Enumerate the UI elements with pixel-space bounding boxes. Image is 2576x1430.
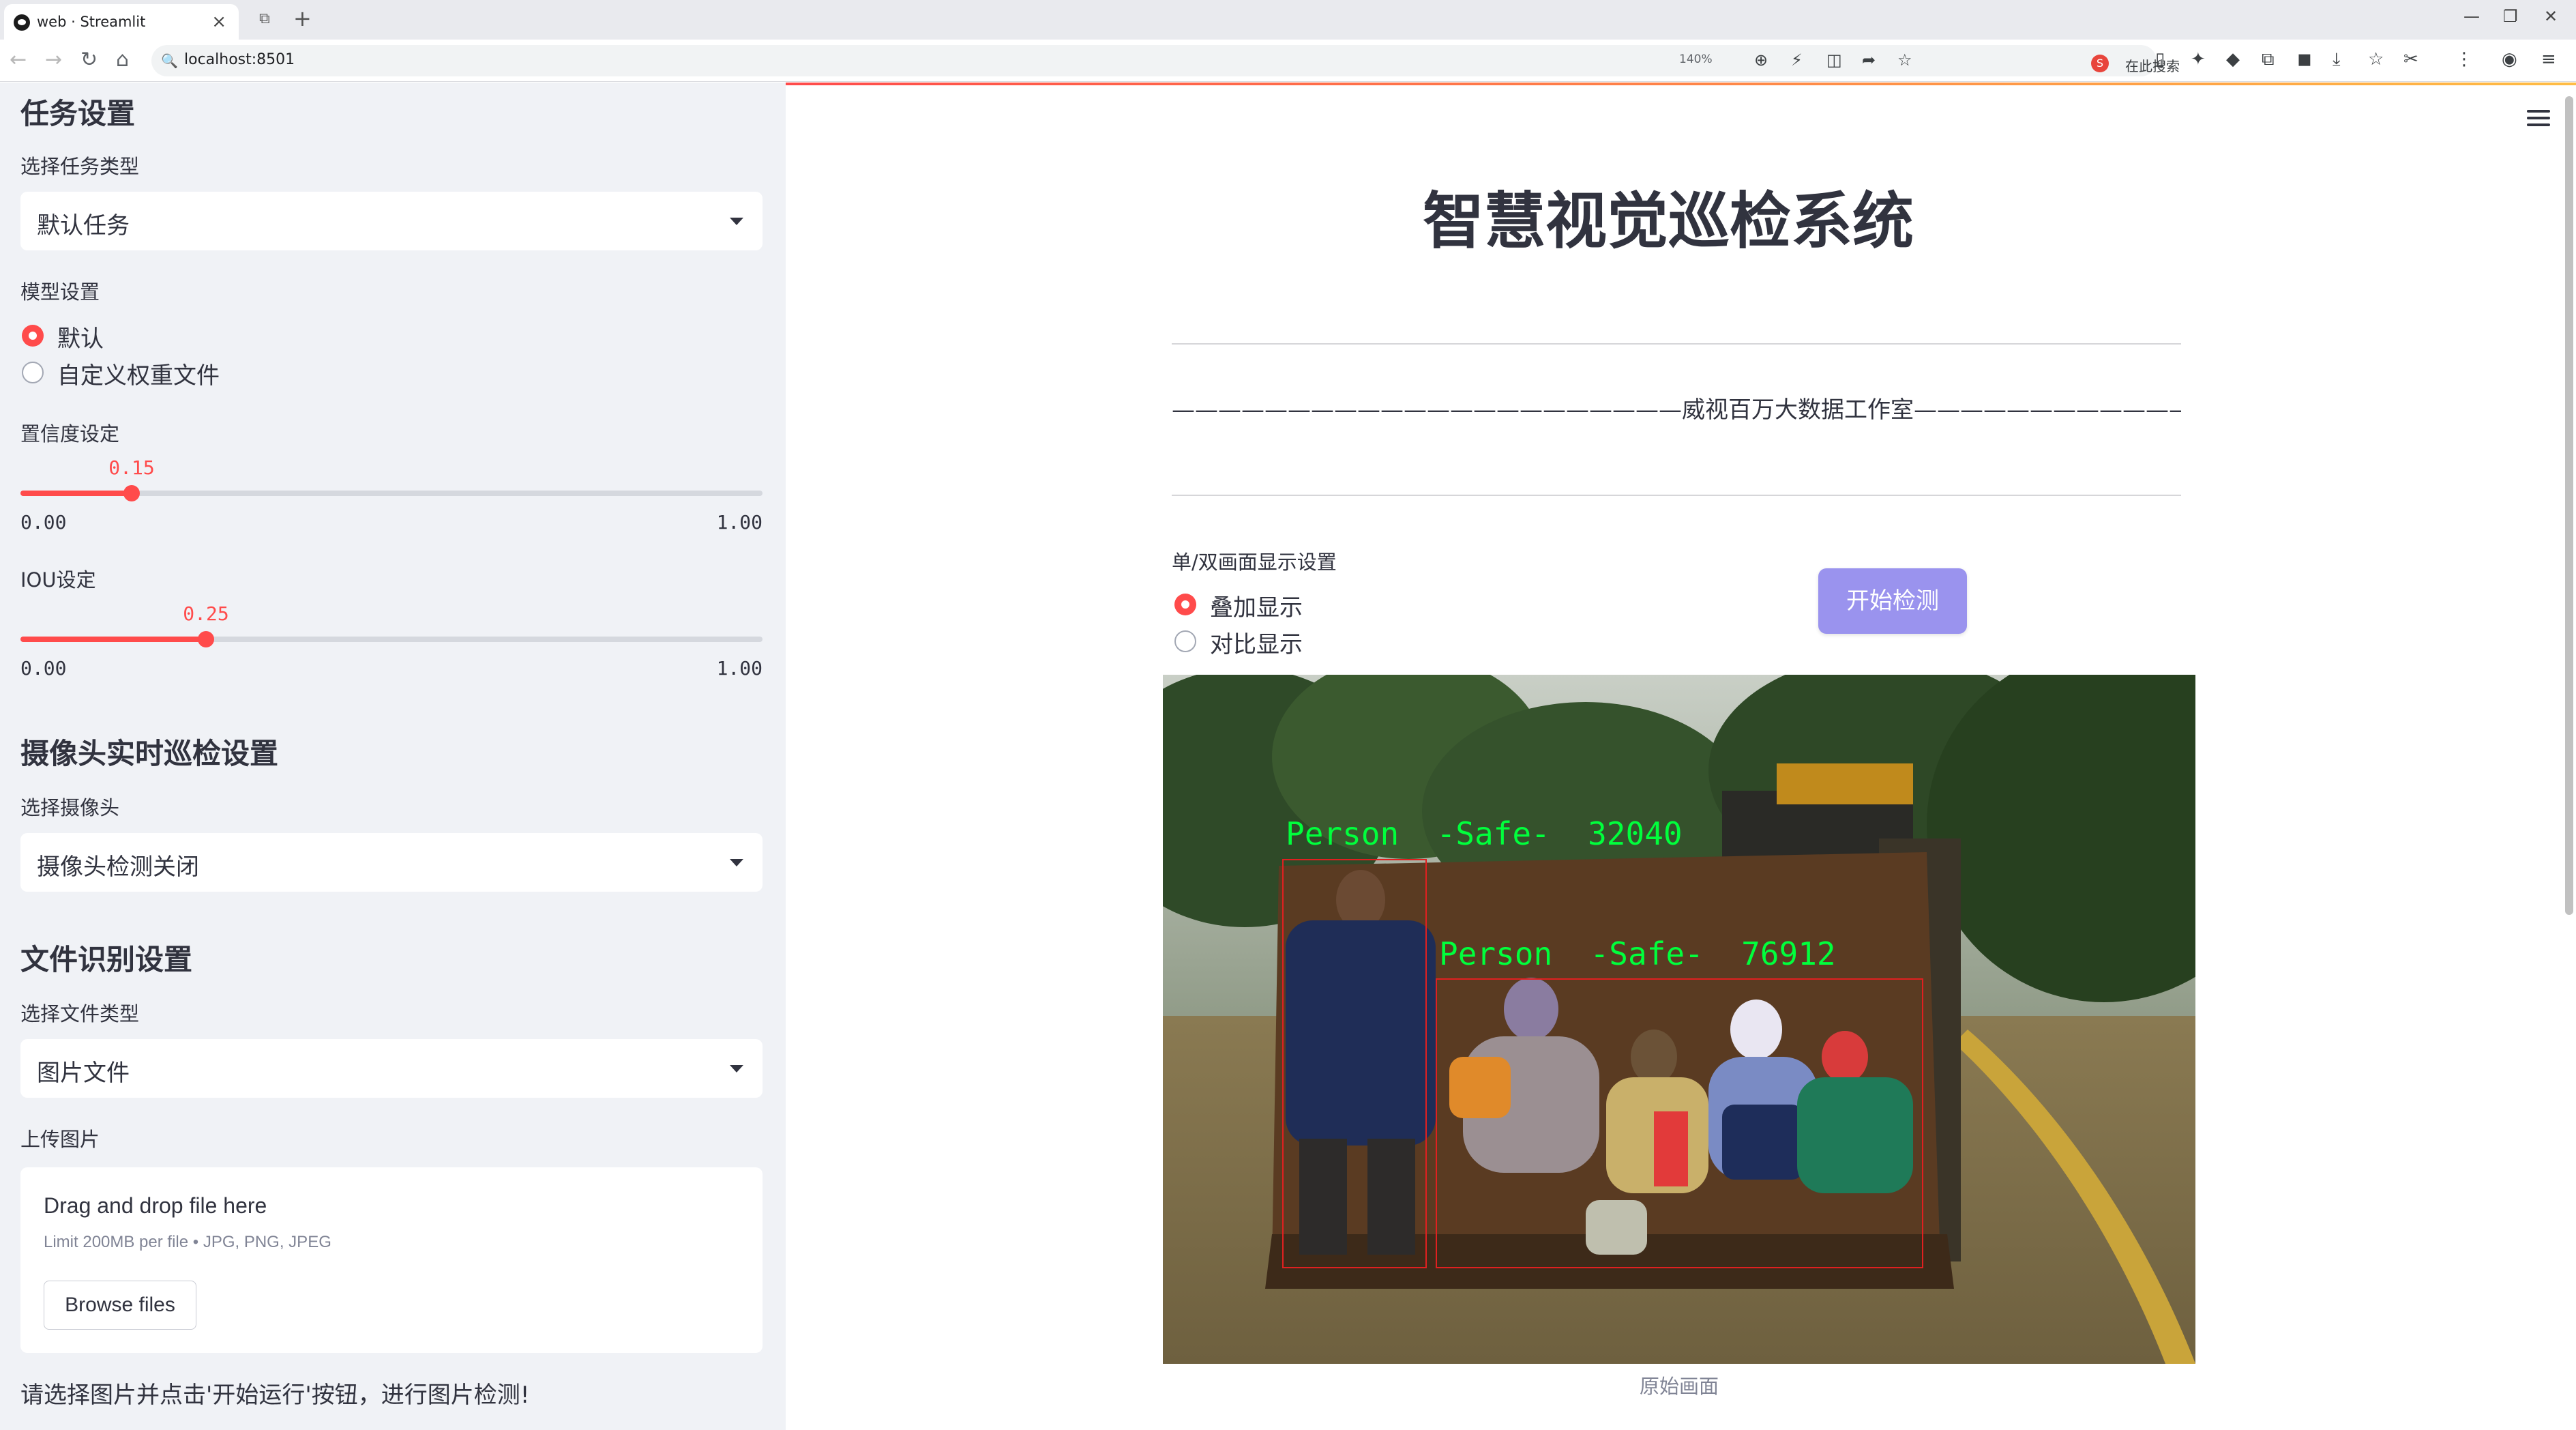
divider xyxy=(1172,343,2181,345)
detection-label: Person -Safe- 76912 xyxy=(1439,935,1836,972)
close-window-icon[interactable]: ✕ xyxy=(2544,7,2558,26)
radio-label: 叠加显示 xyxy=(1210,594,1303,622)
slider-value: 0.15 xyxy=(108,456,155,479)
chevron-down-icon xyxy=(730,1065,743,1072)
chevron-down-icon xyxy=(730,859,743,866)
file-uploader-dropzone[interactable]: Drag and drop file here Limit 200MB per … xyxy=(20,1167,763,1353)
start-detection-button[interactable]: 开始检测 xyxy=(1818,568,1967,634)
favorite-star-icon[interactable]: ☆ xyxy=(1897,50,1912,70)
streamlit-favicon-icon xyxy=(14,14,30,31)
extension-dark-icon[interactable]: ◼ xyxy=(2297,49,2312,70)
iou-label: IOU设定 xyxy=(20,568,96,592)
new-tab-icon[interactable]: + xyxy=(293,5,312,31)
page-title: 智慧视觉巡检系统 xyxy=(1423,186,1914,257)
upload-title: Drag and drop file here xyxy=(44,1193,267,1218)
search-engine-logo-icon: S xyxy=(2091,55,2109,72)
file-settings-header: 文件识别设置 xyxy=(20,943,193,976)
upload-limit: Limit 200MB per file • JPG, PNG, JPEG xyxy=(44,1233,331,1251)
browser-toolbar: ← → ↻ ⌂ 🔍 localhost:8501 140% ⊕ ⚡ ◫ ➦ ☆ … xyxy=(0,40,2576,82)
divider xyxy=(1172,495,2181,496)
browser-menu-icon[interactable]: ≡ xyxy=(2541,49,2556,70)
share-icon[interactable]: ➦ xyxy=(1862,50,1876,70)
chevron-down-icon xyxy=(730,218,743,225)
radio-label: 默认 xyxy=(57,325,104,353)
screenshot-icon[interactable]: ◫ xyxy=(1826,50,1842,70)
slider-thumb[interactable] xyxy=(198,631,214,647)
slider-min: 0.00 xyxy=(20,511,67,534)
task-type-value: 默认任务 xyxy=(37,212,130,239)
radio-label: 对比显示 xyxy=(1210,631,1303,658)
minimize-window-icon[interactable]: — xyxy=(2463,7,2480,26)
confidence-slider[interactable]: 0.15 0.00 1.00 xyxy=(20,456,763,534)
task-type-select[interactable]: 默认任务 xyxy=(20,192,763,250)
main-content: 智慧视觉巡检系统 ——————————————————————威视百万大数据工作… xyxy=(786,83,2576,1430)
search-placeholder[interactable]: 在此搜索 xyxy=(2125,55,2180,75)
camera-label: 选择摄像头 xyxy=(20,796,120,819)
detection-label: Person -Safe- 32040 xyxy=(1286,815,1683,852)
slider-value: 0.25 xyxy=(183,602,229,625)
download-icon[interactable]: ⤓ xyxy=(2333,49,2341,70)
scrollbar[interactable] xyxy=(2565,96,2573,915)
extension-translate-icon[interactable]: ⧉ xyxy=(2262,49,2275,70)
forward-icon[interactable]: → xyxy=(45,48,62,72)
radio-label: 自定义权重文件 xyxy=(57,362,220,390)
restore-window-icon[interactable]: ❐ xyxy=(2503,7,2518,26)
slider-thumb[interactable] xyxy=(123,485,140,501)
back-icon[interactable]: ← xyxy=(10,48,27,72)
camera-settings-header: 摄像头实时巡检设置 xyxy=(20,737,279,770)
tab-group-icon[interactable]: ⧉ xyxy=(259,10,270,27)
zoom-level[interactable]: 140% xyxy=(1679,53,1713,66)
radio-selected-icon[interactable] xyxy=(22,325,44,347)
upload-label: 上传图片 xyxy=(20,1128,100,1151)
lightning-icon[interactable]: ⚡ xyxy=(1791,50,1803,70)
studio-banner: ——————————————————————威视百万大数据工作室————————… xyxy=(1172,396,2181,424)
url-text[interactable]: localhost:8501 xyxy=(184,51,295,68)
detection-image: Person -Safe- 32040 Person -Safe- 76912 xyxy=(1163,675,2195,1364)
scissors-icon[interactable]: ✂ xyxy=(2403,49,2418,70)
file-type-label: 选择文件类型 xyxy=(20,1002,140,1025)
extension-ai-icon[interactable]: ✦ xyxy=(2191,49,2206,70)
detection-box xyxy=(1436,978,1923,1268)
instruction-text: 请选择图片并点击'开始运行'按钮，进行图片检测! xyxy=(20,1382,530,1409)
radio-selected-icon[interactable] xyxy=(1174,594,1196,615)
hamburger-menu-icon[interactable] xyxy=(2527,110,2550,130)
sidebar: 任务设置 选择任务类型 默认任务 模型设置 默认 自定义权重文件 置信度设定 0… xyxy=(0,83,786,1430)
browser-tab-active[interactable]: web · Streamlit × xyxy=(4,4,239,40)
address-bar[interactable]: 🔍 localhost:8501 140% ⊕ ⚡ ◫ ➦ ☆ S 在此搜索 xyxy=(151,45,2180,76)
detection-box xyxy=(1282,859,1427,1268)
site-info-icon[interactable]: 🔍 xyxy=(161,53,178,69)
image-caption: 原始画面 xyxy=(1639,1375,1719,1398)
extension-blue-icon[interactable]: ◆ xyxy=(2226,49,2240,70)
file-type-select[interactable]: 图片文件 xyxy=(20,1039,763,1098)
radio-unselected-icon[interactable] xyxy=(1174,630,1196,652)
slider-max: 1.00 xyxy=(716,511,763,534)
camera-select[interactable]: 摄像头检测关闭 xyxy=(20,833,763,892)
profile-avatar-icon[interactable]: ◉ xyxy=(2502,49,2517,70)
model-settings-label: 模型设置 xyxy=(20,280,100,304)
browser-tabbar: web · Streamlit × ⧉ + — ❐ ✕ xyxy=(0,0,2576,40)
slider-fill xyxy=(20,637,206,642)
iou-slider[interactable]: 0.25 0.00 1.00 xyxy=(20,602,763,680)
translate-icon[interactable]: ⊕ xyxy=(1754,50,1768,70)
decoration-bar xyxy=(786,83,2576,85)
task-settings-header: 任务设置 xyxy=(20,97,136,130)
slider-min: 0.00 xyxy=(20,657,67,680)
camera-value: 摄像头检测关闭 xyxy=(37,853,199,881)
reload-icon[interactable]: ↻ xyxy=(80,48,98,72)
display-mode-label: 单/双画面显示设置 xyxy=(1172,551,1337,574)
radio-unselected-icon[interactable] xyxy=(22,362,44,383)
task-type-label: 选择任务类型 xyxy=(20,155,140,178)
browse-files-button[interactable]: Browse files xyxy=(44,1281,196,1330)
reading-mode-icon[interactable]: ▯ xyxy=(2155,49,2165,70)
bookmark-star-icon[interactable]: ☆ xyxy=(2368,49,2384,70)
confidence-label: 置信度设定 xyxy=(20,422,120,446)
slider-max: 1.00 xyxy=(716,657,763,680)
tab-title: web · Streamlit xyxy=(37,14,146,30)
file-type-value: 图片文件 xyxy=(37,1060,130,1087)
more-menu-icon[interactable]: ⋮ xyxy=(2455,49,2473,70)
home-icon[interactable]: ⌂ xyxy=(116,48,129,72)
close-tab-icon[interactable]: × xyxy=(211,12,226,32)
slider-fill xyxy=(20,491,132,496)
